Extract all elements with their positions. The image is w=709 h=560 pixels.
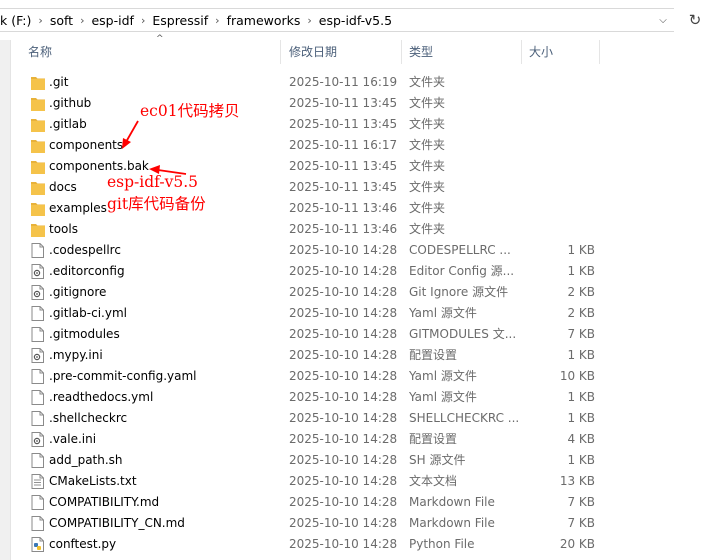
arrow-to-components-bak [149, 165, 187, 175]
arrow-to-components [122, 120, 139, 149]
annotation-arrows [122, 120, 187, 175]
